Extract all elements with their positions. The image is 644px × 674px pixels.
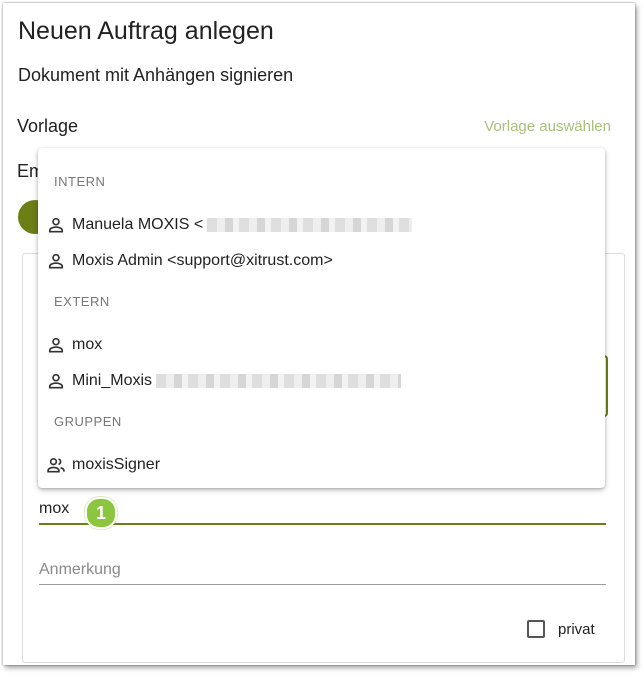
step-badge: 1 [85, 497, 117, 529]
person-icon [48, 373, 64, 389]
checkbox-box[interactable] [527, 620, 545, 638]
group-header-extern: EXTERN [54, 294, 110, 309]
person-icon [48, 253, 64, 269]
recipient-search-input[interactable] [39, 495, 606, 525]
option-label: Mini_Moxis [72, 372, 153, 389]
option-label: Manuela MOXIS < [72, 216, 204, 233]
option-label: Moxis Admin <support@xitrust.com> [72, 252, 333, 269]
option-mox[interactable]: mox [44, 330, 599, 360]
recipient-dropdown: INTERN Manuela MOXIS < Moxis Admin <supp… [38, 148, 605, 488]
private-checkbox[interactable]: privat [527, 620, 595, 638]
group-header-intern: INTERN [54, 174, 106, 189]
dialog-title: Neuen Auftrag anlegen [18, 17, 274, 45]
option-moxis-signer[interactable]: moxisSigner [44, 450, 599, 480]
option-mini-moxis[interactable]: Mini_Moxis [44, 366, 599, 396]
select-template-link[interactable]: Vorlage auswählen [484, 118, 611, 135]
template-label: Vorlage [17, 116, 79, 136]
person-icon [48, 217, 64, 233]
group-header-gruppen: GRUPPEN [54, 414, 122, 429]
option-label: mox [72, 336, 103, 353]
option-manuela-moxis[interactable]: Manuela MOXIS < [44, 210, 599, 240]
remark-field[interactable] [39, 556, 606, 585]
person-icon [48, 337, 64, 353]
group-icon [47, 457, 65, 473]
private-label: privat [558, 620, 595, 638]
dialog-subtitle: Dokument mit Anhängen signieren [18, 65, 294, 85]
redacted-email [207, 218, 413, 232]
option-moxis-admin[interactable]: Moxis Admin <support@xitrust.com> [44, 246, 599, 276]
redacted-email [156, 374, 402, 388]
option-label: moxisSigner [72, 456, 161, 473]
new-order-dialog: Neuen Auftrag anlegen Dokument mit Anhän… [3, 3, 635, 665]
